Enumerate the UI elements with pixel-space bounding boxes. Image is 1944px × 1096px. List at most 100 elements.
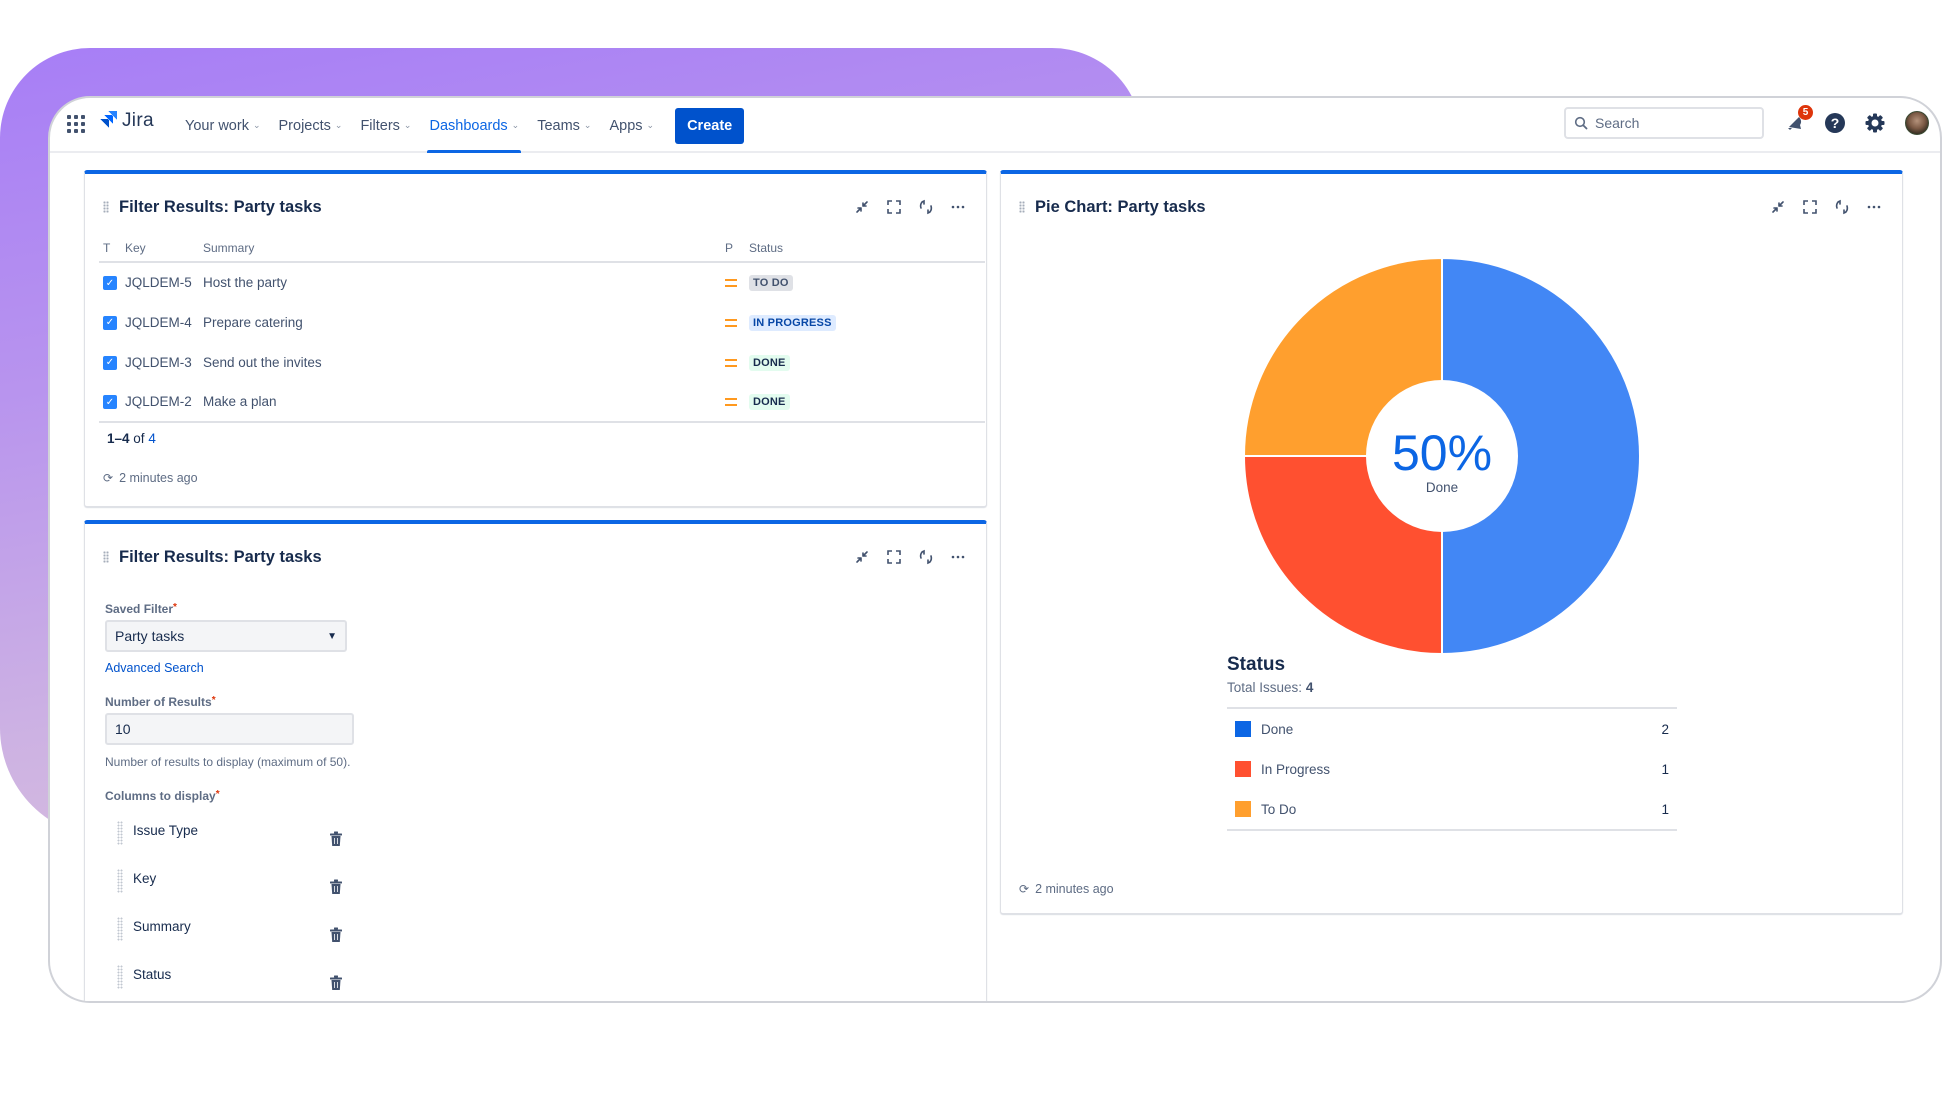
col-header-status[interactable]: Status [745,236,985,263]
settings-icon [1865,113,1885,133]
more-actions-icon[interactable] [948,547,968,567]
pager-total-link[interactable]: 4 [148,431,156,446]
status-badge: DONE [749,394,790,410]
profile-button[interactable] [1905,111,1929,135]
notifications-button[interactable]: 5 [1783,105,1813,135]
help-button[interactable]: ? [1823,111,1847,135]
search-input[interactable]: Search [1564,107,1764,139]
pagination-summary: 1–4 of 4 [107,431,156,446]
nav-apps[interactable]: Apps ⌄ [600,98,663,153]
chevron-down-icon: ⌄ [646,120,655,130]
nav-filters[interactable]: Filters ⌄ [351,98,420,153]
gadget-config-form: Saved Filter* Party tasks ▼ Advanced Sea… [105,602,605,1001]
gadget-actions [852,547,968,567]
legend-item[interactable]: To Do 1 [1227,789,1677,829]
refresh-icon[interactable] [916,547,936,567]
issue-summary-link[interactable]: Prepare catering [203,315,303,330]
columns-label: Columns to display* [105,789,220,803]
gadget-title: Filter Results: Party tasks [119,547,322,566]
trash-icon[interactable] [329,831,343,847]
refresh-icon[interactable]: ⟳ [1019,882,1029,896]
issue-summary-link[interactable]: Host the party [203,275,287,290]
legend-item[interactable]: Done 2 [1227,709,1677,749]
last-updated-text: 2 minutes ago [119,471,198,485]
nav-teams[interactable]: Teams ⌄ [528,98,600,153]
col-header-type[interactable]: T [99,236,121,263]
avatar [1905,111,1929,135]
pager-of: of [133,431,145,446]
last-updated: ⟳ 2 minutes ago [103,471,198,485]
col-header-summary[interactable]: Summary [199,236,721,263]
chevron-down-icon: ⌄ [511,120,520,130]
pager-range: 1–4 [107,431,130,446]
filter-results-gadget: Filter Results: Party tasks T Key Summar… [84,170,987,507]
table-row[interactable]: ✓ JQLDEM-5 Host the party TO DO [99,262,985,302]
task-type-icon: ✓ [103,276,117,291]
column-item[interactable]: Key [105,867,605,915]
saved-filter-select[interactable]: Party tasks ▼ [105,620,347,652]
issue-key-link[interactable]: JQLDEM-3 [125,355,192,370]
legend-label: To Do [1261,801,1297,817]
legend-item[interactable]: In Progress 1 [1227,749,1677,789]
drag-handle-icon[interactable] [117,821,123,845]
drag-handle-icon[interactable] [103,551,109,563]
advanced-search-link[interactable]: Advanced Search [105,661,204,675]
pie-center-label: Done [1426,480,1458,495]
table-row[interactable]: ✓ JQLDEM-3 Send out the invites DONE [99,342,985,382]
refresh-icon[interactable]: ⟳ [103,471,113,485]
nav-dashboards[interactable]: Dashboards ⌄ [420,98,528,153]
drag-handle-icon[interactable] [117,965,123,989]
nav-projects[interactable]: Projects ⌄ [270,98,352,153]
task-type-icon: ✓ [103,315,117,330]
table-row[interactable]: ✓ JQLDEM-2 Make a plan DONE [99,382,985,423]
refresh-icon[interactable] [916,197,936,217]
number-of-results-label: Number of Results* [105,695,216,709]
priority-medium-icon [725,398,737,407]
trash-icon[interactable] [329,975,343,991]
issue-key-link[interactable]: JQLDEM-2 [125,394,192,409]
gadget-header: Filter Results: Party tasks [103,194,968,220]
col-header-key[interactable]: Key [121,236,199,263]
drag-handle-icon[interactable] [117,869,123,893]
issue-key-link[interactable]: JQLDEM-5 [125,275,192,290]
column-item[interactable]: Summary [105,915,605,963]
col-header-priority[interactable]: P [721,236,745,263]
trash-icon[interactable] [329,879,343,895]
minimize-icon[interactable] [852,197,872,217]
legend-label: In Progress [1261,761,1331,777]
nav-label: Filters [360,117,400,134]
nav-your-work[interactable]: Your work ⌄ [176,98,270,153]
issue-summary-link[interactable]: Make a plan [203,394,277,409]
search-placeholder: Search [1595,115,1640,131]
fullscreen-icon[interactable] [884,547,904,567]
chevron-down-icon: ⌄ [583,120,592,130]
help-icon: ? [1825,113,1845,133]
create-button[interactable]: Create [675,107,745,144]
status-badge: IN PROGRESS [749,314,836,331]
gadget-title: Filter Results: Party tasks [119,197,322,216]
settings-button[interactable] [1863,111,1887,135]
more-actions-icon[interactable] [948,197,968,217]
fullscreen-icon[interactable] [884,197,904,217]
issue-key-link[interactable]: JQLDEM-4 [125,315,192,330]
number-of-results-input[interactable] [105,713,354,745]
column-item[interactable]: Issue Type [105,819,605,867]
app-switcher-icon[interactable] [67,115,85,133]
browser-window: Jira Your work ⌄ Projects ⌄ Filters ⌄ Dashb… [48,96,1942,1003]
trash-icon[interactable] [329,927,343,943]
priority-medium-icon [725,318,737,327]
task-type-icon: ✓ [103,355,117,370]
gadget-actions [852,197,968,217]
drag-handle-icon[interactable] [117,917,123,941]
svg-text:?: ? [1831,115,1840,131]
column-item[interactable]: Status [105,963,605,1001]
chevron-down-icon: ⌄ [334,120,343,130]
search-icon [1574,116,1588,130]
issue-summary-link[interactable]: Send out the invites [203,355,322,370]
jira-logo[interactable]: Jira [98,110,154,132]
column-name: Status [133,967,172,982]
drag-handle-icon[interactable] [103,201,109,213]
table-row[interactable]: ✓ JQLDEM-4 Prepare catering IN PROGRESS [99,302,985,342]
minimize-icon[interactable] [852,547,872,567]
chart-legend: Status Total Issues: 4 Done 2 In Progres… [1227,654,1677,831]
